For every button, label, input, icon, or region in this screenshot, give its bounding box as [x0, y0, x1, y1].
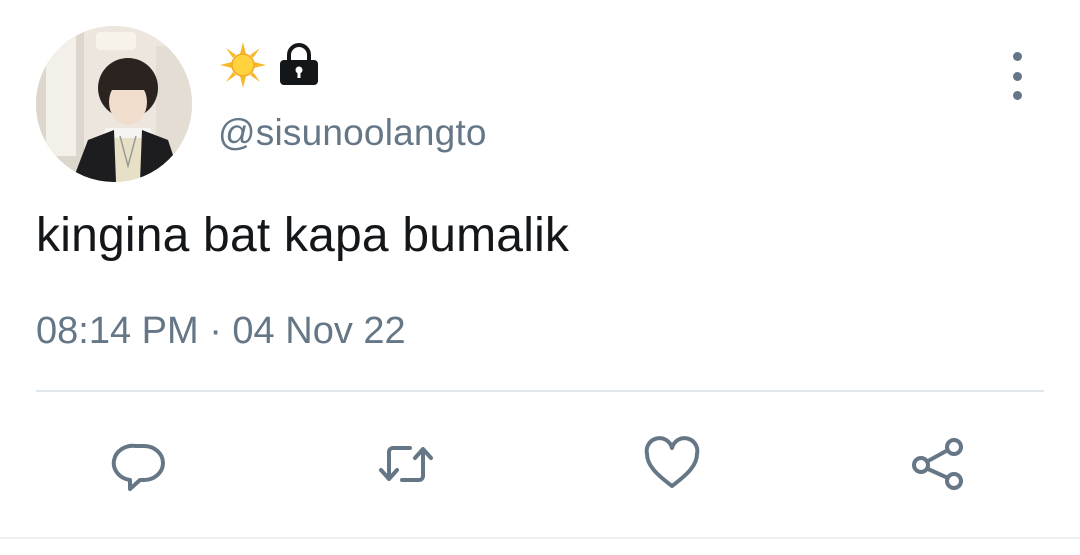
tweet-text: kingina bat kapa bumalik	[36, 209, 570, 262]
more-options-button[interactable]	[1000, 52, 1034, 100]
avatar-image	[36, 26, 192, 182]
share-button[interactable]	[906, 432, 970, 496]
comment-icon	[111, 443, 165, 491]
more-dot-icon	[1012, 91, 1022, 100]
tweet-card: @sisunoolangto kingina bat kapa bumalik …	[0, 0, 1080, 555]
like-button[interactable]	[640, 432, 704, 496]
tweet-timestamp: 08:14 PM · 04 Nov 22	[36, 310, 406, 352]
sun-icon	[220, 42, 266, 88]
divider	[36, 390, 1044, 392]
avatar[interactable]	[36, 26, 192, 182]
retweet-button[interactable]	[374, 432, 438, 496]
bottom-divider	[0, 537, 1080, 539]
display-name-row	[218, 40, 320, 90]
heart-icon	[644, 436, 700, 488]
more-dot-icon	[1012, 71, 1022, 81]
more-dot-icon	[1012, 52, 1022, 61]
user-handle[interactable]: @sisunoolangto	[218, 112, 487, 154]
reply-button[interactable]	[108, 432, 172, 496]
share-icon	[912, 438, 963, 490]
retweet-icon	[379, 446, 433, 482]
lock-icon	[280, 43, 318, 85]
action-bar	[0, 432, 1080, 496]
